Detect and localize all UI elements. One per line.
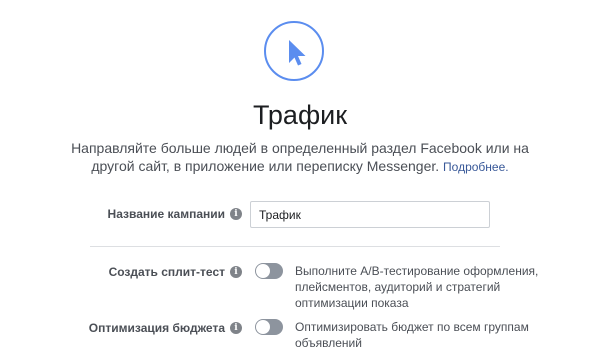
toggle-knob (256, 264, 270, 278)
info-icon[interactable]: i (230, 322, 242, 334)
split-test-description: Выполните A/B-тестирование оформления, п… (295, 264, 539, 310)
split-test-label-text: Создать сплит-тест (108, 265, 225, 279)
split-test-label: Создать сплит-тест i (109, 265, 242, 279)
campaign-name-label: Название кампании i (108, 207, 242, 221)
objective-description: Направляйте больше людей в определенный … (55, 139, 545, 176)
campaign-name-label-text: Название кампании (107, 207, 225, 221)
toggle-knob (256, 320, 270, 334)
budget-optimization-toggle[interactable] (255, 319, 283, 335)
divider (90, 246, 500, 247)
learn-more-link[interactable]: Подробнее. (443, 160, 509, 174)
objective-title: Трафик (252, 100, 348, 130)
budget-optimization-label: Оптимизация бюджета i (89, 321, 242, 335)
budget-optimization-label-text: Оптимизация бюджета (88, 321, 225, 335)
campaign-objective-panel: Трафик Направляйте больше людей в опреде… (0, 0, 600, 355)
info-icon[interactable]: i (230, 266, 242, 278)
info-icon[interactable]: i (230, 208, 242, 220)
budget-optimization-description: Оптимизировать бюджет по всем группам об… (295, 320, 529, 350)
cursor-icon (264, 21, 324, 81)
split-test-toggle[interactable] (255, 263, 283, 279)
campaign-name-input[interactable] (250, 201, 490, 228)
